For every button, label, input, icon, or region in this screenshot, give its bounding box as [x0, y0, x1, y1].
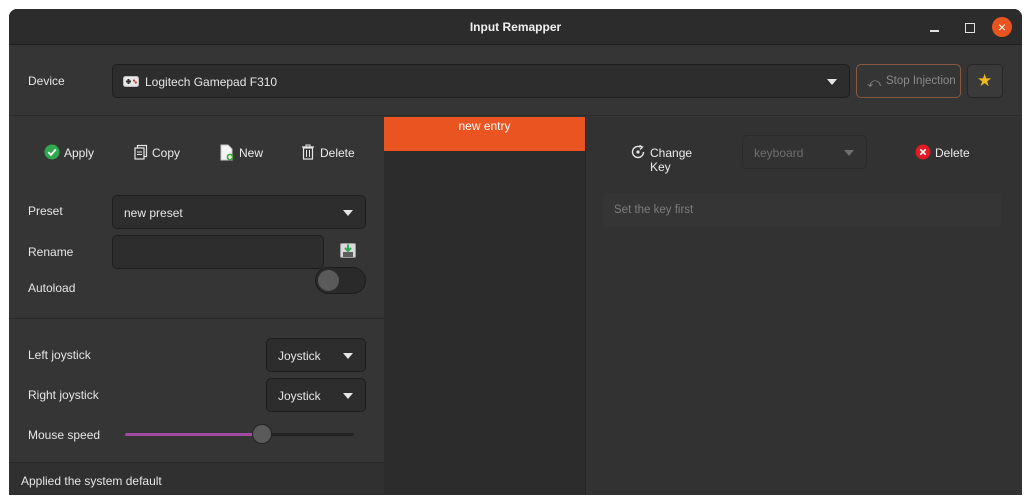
stop-injection-label: Stop Injection: [886, 75, 956, 87]
status-text: Applied the system default: [21, 474, 162, 488]
record-key-icon: [630, 144, 646, 160]
rename-input[interactable]: [112, 235, 324, 269]
check-circle-icon: [44, 144, 60, 160]
apply-label: Apply: [64, 146, 95, 160]
preset-name: new preset: [124, 206, 183, 220]
favorite-button[interactable]: ★: [967, 64, 1003, 98]
autoload-switch[interactable]: [315, 267, 366, 294]
title-bar: Input Remapper ×: [9, 9, 1022, 45]
preset-label: Preset: [28, 204, 63, 218]
star-icon: ★: [977, 71, 993, 90]
target-dropdown[interactable]: keyboard: [742, 135, 867, 169]
chevron-down-icon: [343, 393, 353, 399]
trash-icon: [300, 144, 316, 160]
new-label: New: [239, 146, 264, 160]
right-joystick-label: Right joystick: [28, 388, 99, 402]
save-icon[interactable]: [340, 243, 356, 261]
device-name: Logitech Gamepad F310: [145, 75, 278, 89]
left-joystick-label: Left joystick: [28, 348, 91, 362]
copy-icon: [133, 144, 149, 160]
device-dropdown[interactable]: Logitech Gamepad F310: [112, 64, 850, 98]
stop-injection-icon: ⤺: [867, 75, 881, 90]
copy-label: Copy: [152, 146, 181, 160]
key-hint-text: Set the key first: [614, 204, 694, 216]
key-hint-field: Set the key first: [603, 193, 1001, 227]
delete-circle-icon: [915, 144, 931, 160]
right-joystick-value: Joystick: [278, 389, 321, 403]
rename-label: Rename: [28, 245, 74, 259]
mapping-entry-label: new entry: [458, 119, 511, 133]
list-item[interactable]: new entry: [384, 117, 585, 151]
chevron-down-icon: [343, 210, 353, 216]
mouse-speed-fill: [125, 433, 263, 436]
right-joystick-dropdown[interactable]: Joystick: [266, 378, 366, 412]
status-bar: Applied the system default: [9, 462, 384, 495]
delete-preset-label: Delete: [320, 146, 355, 160]
mouse-speed-handle[interactable]: [252, 424, 273, 444]
mapping-list: new entry: [384, 117, 585, 495]
left-joystick-value: Joystick: [278, 349, 321, 363]
close-icon: ×: [997, 19, 1007, 35]
section-divider: [9, 318, 384, 319]
mapping-editor: Change Key keyboard Delete Set the key f…: [585, 117, 1022, 495]
delete-mapping-label: Delete: [935, 146, 970, 160]
stop-injection-button[interactable]: ⤺ Stop Injection: [856, 64, 961, 98]
device-label: Device: [28, 74, 65, 88]
chevron-down-icon: [844, 150, 854, 156]
preset-dropdown[interactable]: new preset: [112, 195, 366, 229]
mouse-speed-label: Mouse speed: [28, 428, 101, 442]
window-title: Input Remapper: [469, 20, 562, 34]
new-document-icon: [219, 144, 235, 161]
device-row: Device Logitech Gamepad F310 ⤺ Stop Inje…: [9, 46, 1022, 116]
minimize-button[interactable]: [926, 18, 944, 36]
app-window: Input Remapper × Device Logitech Gamepad…: [9, 9, 1022, 495]
close-button[interactable]: ×: [992, 17, 1012, 37]
preset-pane: Apply Copy New Delete Preset new preset …: [9, 117, 384, 495]
autoload-label: Autoload: [28, 281, 76, 295]
chevron-down-icon: [827, 79, 837, 85]
maximize-button[interactable]: [960, 18, 978, 36]
target-value: keyboard: [754, 146, 804, 160]
chevron-down-icon: [343, 353, 353, 359]
left-joystick-dropdown[interactable]: Joystick: [266, 338, 366, 372]
switch-knob: [317, 269, 340, 292]
gamepad-icon: [123, 76, 139, 90]
change-key-label: Change Key: [650, 146, 693, 174]
